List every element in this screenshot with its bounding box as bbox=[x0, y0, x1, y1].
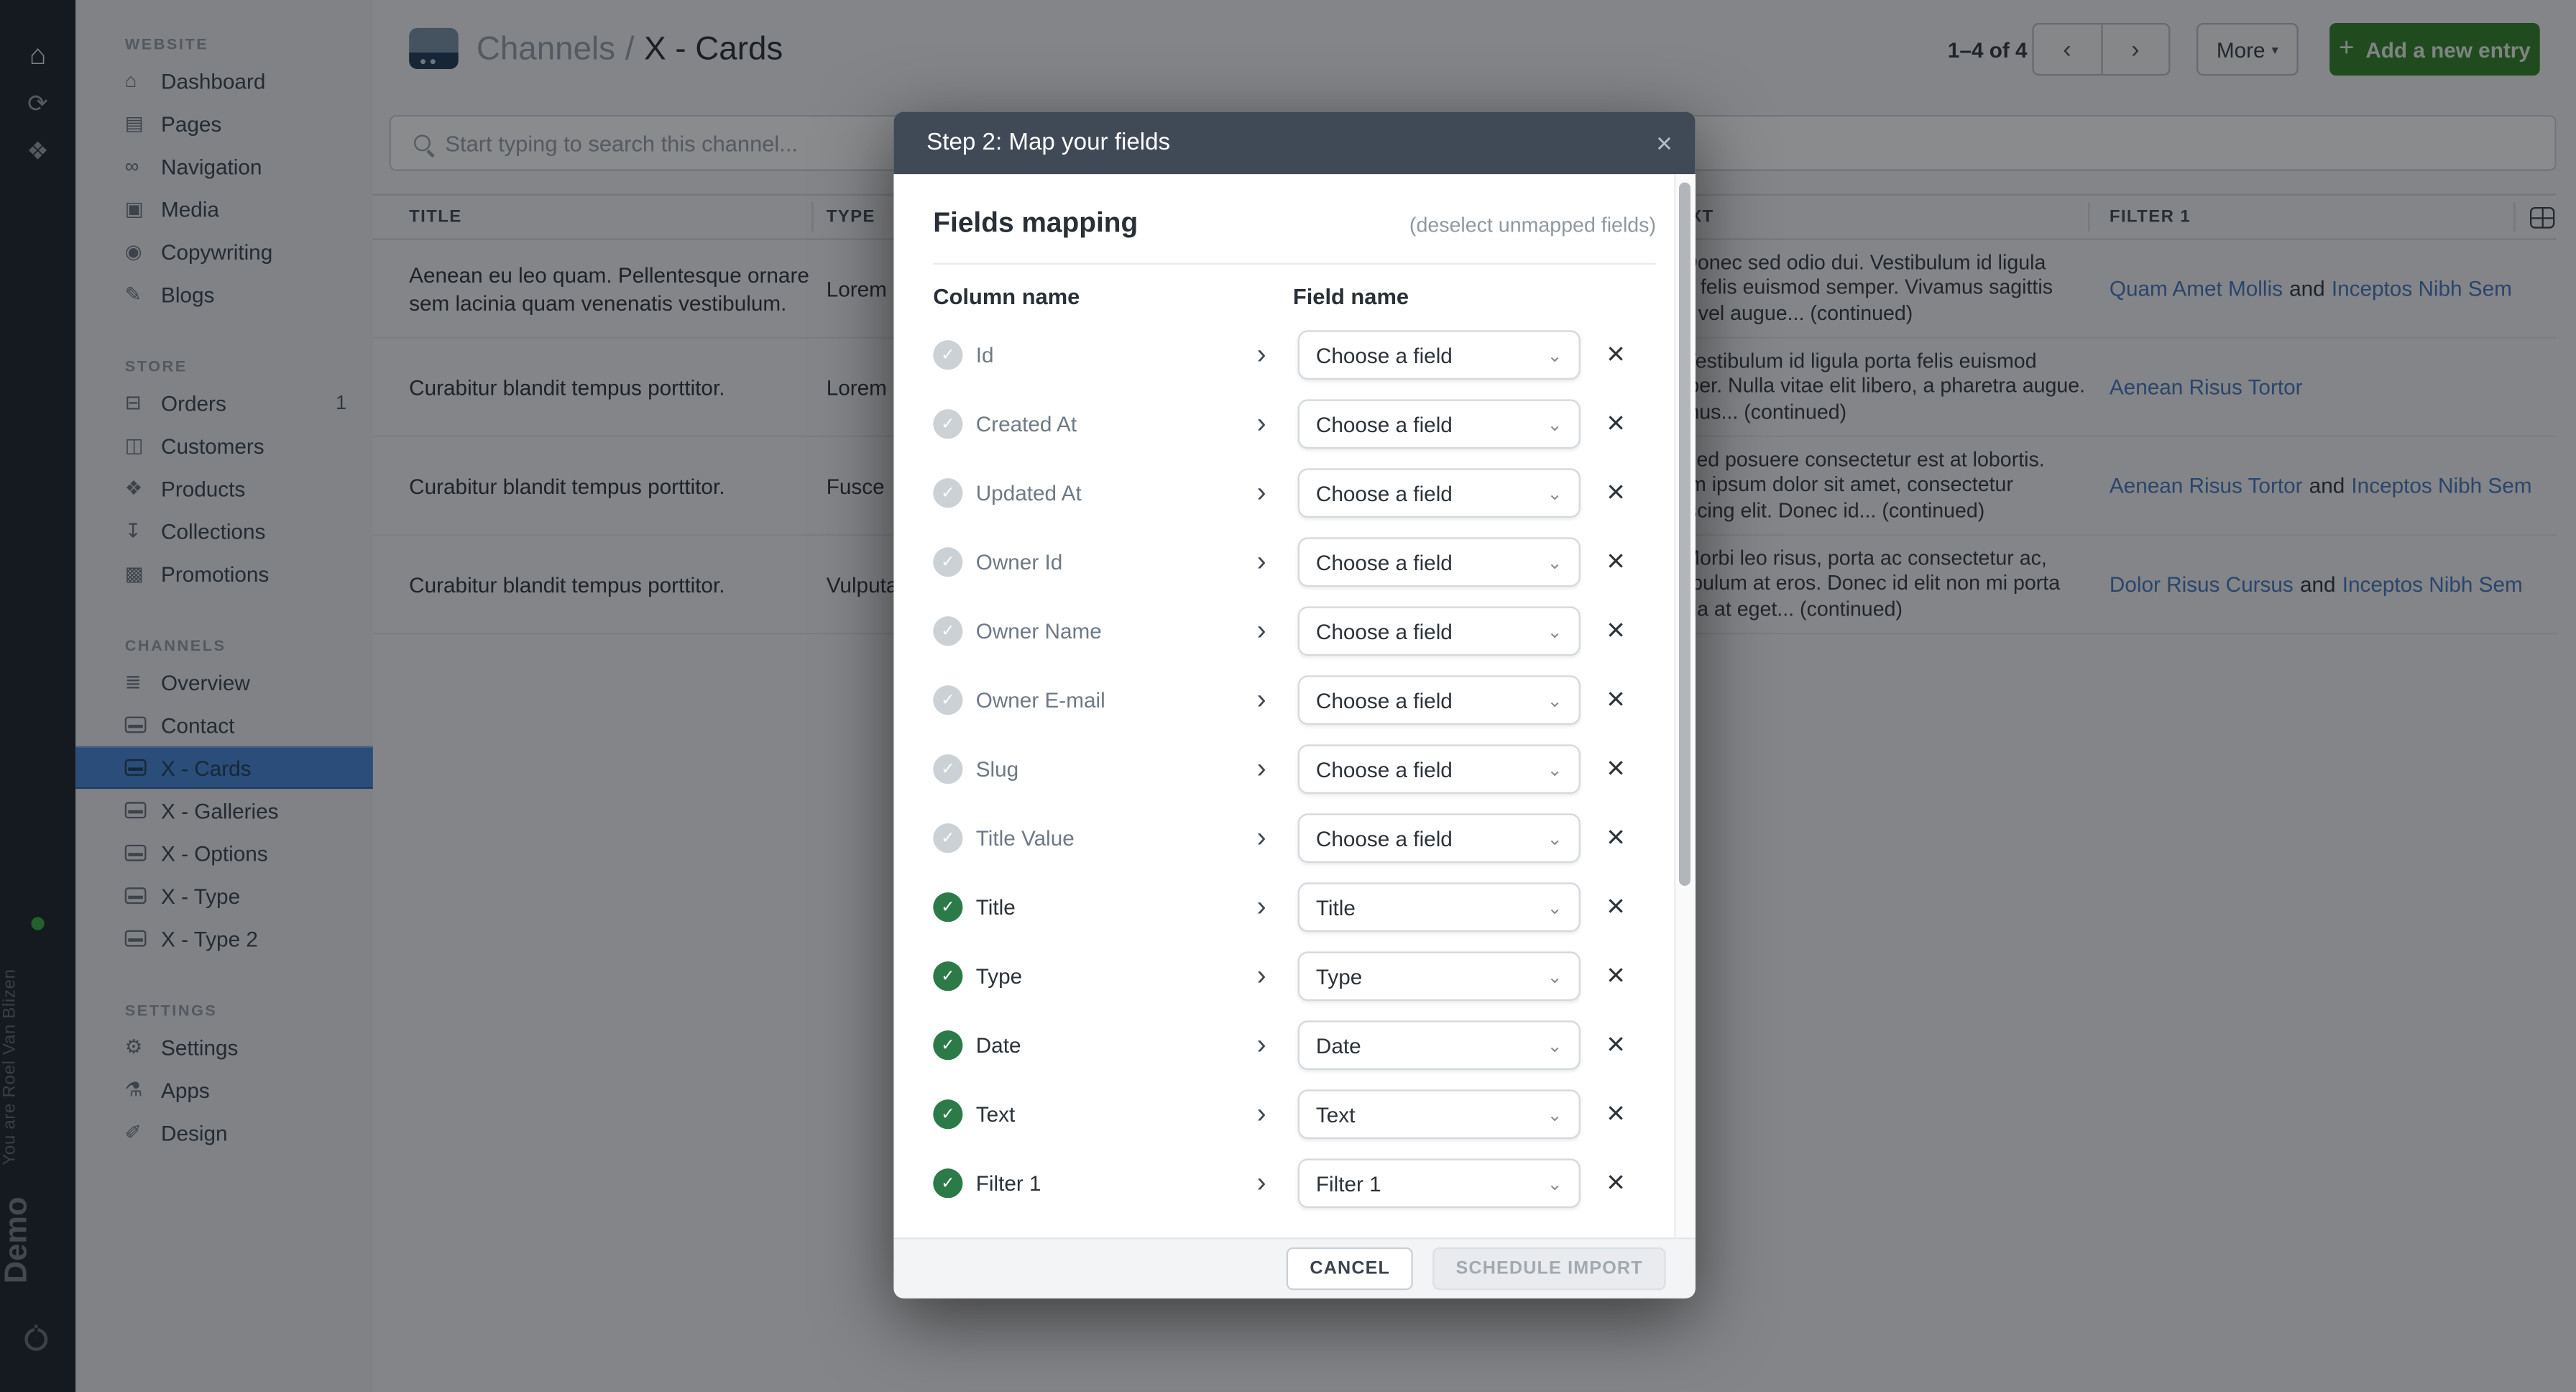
scrollbar-thumb[interactable] bbox=[1679, 183, 1690, 886]
remove-field-button[interactable]: × bbox=[1606, 892, 1624, 922]
remove-field-button[interactable]: × bbox=[1606, 1168, 1624, 1199]
mapping-row-text: ✓ Text › Text⌄ × bbox=[933, 1080, 1656, 1149]
mapping-row-created-at: ✓ Created At › Choose a field⌄ × bbox=[933, 390, 1656, 459]
chevron-down-icon: ⌄ bbox=[1547, 828, 1563, 849]
chevron-down-icon: ⌄ bbox=[1547, 759, 1563, 780]
check-icon[interactable]: ✓ bbox=[933, 478, 962, 508]
chevron-down-icon: ⌄ bbox=[1547, 966, 1563, 987]
modal-footer: CANCEL SCHEDULE IMPORT bbox=[893, 1237, 1695, 1299]
chevron-right-icon: › bbox=[1257, 339, 1266, 372]
remove-field-button[interactable]: × bbox=[1606, 408, 1624, 439]
app-window: ⌂ ⟳ ❖ You are Roel Van Blizen Demo WEBSI… bbox=[0, 0, 2576, 1392]
remove-field-button[interactable]: × bbox=[1606, 961, 1624, 992]
remove-field-button[interactable]: × bbox=[1606, 615, 1624, 646]
chevron-right-icon: › bbox=[1257, 546, 1266, 579]
chevron-right-icon: › bbox=[1257, 408, 1266, 441]
field-select[interactable]: Choose a field⌄ bbox=[1298, 399, 1581, 449]
field-name-header: Field name bbox=[1293, 284, 1409, 308]
chevron-down-icon: ⌄ bbox=[1547, 1104, 1563, 1125]
check-icon[interactable]: ✓ bbox=[933, 1099, 962, 1129]
field-select[interactable]: Title⌄ bbox=[1298, 882, 1581, 932]
modal-body: Fields mapping (deselect unmapped fields… bbox=[893, 174, 1695, 1237]
mapping-row-owner-name: ✓ Owner Name › Choose a field⌄ × bbox=[933, 597, 1656, 666]
remove-field-button[interactable]: × bbox=[1606, 823, 1624, 853]
check-icon[interactable]: ✓ bbox=[933, 892, 962, 922]
modal-title: Step 2: Map your fields bbox=[926, 130, 1656, 157]
chevron-down-icon: ⌄ bbox=[1547, 344, 1563, 366]
chevron-down-icon: ⌄ bbox=[1547, 897, 1563, 918]
cancel-button[interactable]: CANCEL bbox=[1287, 1247, 1413, 1290]
field-select[interactable]: Type⌄ bbox=[1298, 951, 1581, 1001]
chevron-down-icon: ⌄ bbox=[1547, 690, 1563, 711]
field-select[interactable]: Date⌄ bbox=[1298, 1020, 1581, 1070]
chevron-right-icon: › bbox=[1257, 960, 1266, 993]
check-icon[interactable]: ✓ bbox=[933, 685, 962, 715]
field-select[interactable]: Choose a field⌄ bbox=[1298, 675, 1581, 725]
remove-field-button[interactable]: × bbox=[1606, 754, 1624, 784]
chevron-down-icon: ⌄ bbox=[1547, 1173, 1563, 1194]
map-fields-modal: Step 2: Map your fields × Fields mapping… bbox=[893, 111, 1695, 1298]
mapping-row-owner-id: ✓ Owner Id › Choose a field⌄ × bbox=[933, 528, 1656, 597]
modal-scrollbar[interactable] bbox=[1674, 174, 1696, 1237]
field-select[interactable]: Choose a field⌄ bbox=[1298, 468, 1581, 518]
remove-field-button[interactable]: × bbox=[1606, 546, 1624, 577]
field-select[interactable]: Text⌄ bbox=[1298, 1089, 1581, 1139]
check-icon[interactable]: ✓ bbox=[933, 547, 962, 577]
check-icon[interactable]: ✓ bbox=[933, 1030, 962, 1060]
mapping-row-owner-email: ✓ Owner E-mail › Choose a field⌄ × bbox=[933, 666, 1656, 735]
check-icon[interactable]: ✓ bbox=[933, 961, 962, 991]
check-icon[interactable]: ✓ bbox=[933, 754, 962, 784]
chevron-right-icon: › bbox=[1257, 822, 1266, 855]
check-icon[interactable]: ✓ bbox=[933, 823, 962, 853]
field-select[interactable]: Choose a field⌄ bbox=[1298, 537, 1581, 587]
chevron-down-icon: ⌄ bbox=[1547, 551, 1563, 573]
chevron-right-icon: › bbox=[1257, 1167, 1266, 1200]
remove-field-button[interactable]: × bbox=[1606, 339, 1624, 370]
field-select[interactable]: Choose a field⌄ bbox=[1298, 330, 1581, 380]
check-icon[interactable]: ✓ bbox=[933, 616, 962, 646]
mapping-row-title: ✓ Title › Title⌄ × bbox=[933, 873, 1656, 942]
deselect-unmapped-link[interactable]: (deselect unmapped fields) bbox=[1409, 214, 1656, 237]
mapping-row-type: ✓ Type › Type⌄ × bbox=[933, 942, 1656, 1011]
chevron-down-icon: ⌄ bbox=[1547, 482, 1563, 504]
chevron-right-icon: › bbox=[1257, 891, 1266, 924]
field-select[interactable]: Choose a field⌄ bbox=[1298, 744, 1581, 794]
fields-mapping-title: Fields mapping bbox=[933, 207, 1409, 240]
schedule-import-button[interactable]: SCHEDULE IMPORT bbox=[1432, 1247, 1665, 1290]
close-icon[interactable]: × bbox=[1656, 129, 1673, 157]
chevron-right-icon: › bbox=[1257, 477, 1266, 510]
check-icon[interactable]: ✓ bbox=[933, 409, 962, 439]
column-name-header: Column name bbox=[933, 284, 1080, 308]
remove-field-button[interactable]: × bbox=[1606, 684, 1624, 715]
remove-field-button[interactable]: × bbox=[1606, 1099, 1624, 1130]
field-select[interactable]: Choose a field⌄ bbox=[1298, 813, 1581, 863]
mapping-row-id: ✓ Id › Choose a field⌄ × bbox=[933, 321, 1656, 390]
mapping-row-slug: ✓ Slug › Choose a field⌄ × bbox=[933, 735, 1656, 804]
check-icon[interactable]: ✓ bbox=[933, 340, 962, 370]
chevron-down-icon: ⌄ bbox=[1547, 413, 1563, 435]
chevron-right-icon: › bbox=[1257, 1029, 1266, 1062]
mapping-row-updated-at: ✓ Updated At › Choose a field⌄ × bbox=[933, 459, 1656, 528]
field-select[interactable]: Choose a field⌄ bbox=[1298, 606, 1581, 656]
chevron-right-icon: › bbox=[1257, 1098, 1266, 1131]
mapping-row-filter-1: ✓ Filter 1 › Filter 1⌄ × bbox=[933, 1149, 1656, 1218]
modal-header: Step 2: Map your fields × bbox=[893, 111, 1695, 174]
mapping-row-date: ✓ Date › Date⌄ × bbox=[933, 1011, 1656, 1080]
mapping-row-title-value: ✓ Title Value › Choose a field⌄ × bbox=[933, 804, 1656, 873]
remove-field-button[interactable]: × bbox=[1606, 1030, 1624, 1061]
check-icon[interactable]: ✓ bbox=[933, 1168, 962, 1198]
chevron-down-icon: ⌄ bbox=[1547, 1035, 1563, 1056]
remove-field-button[interactable]: × bbox=[1606, 477, 1624, 508]
chevron-right-icon: › bbox=[1257, 753, 1266, 786]
chevron-down-icon: ⌄ bbox=[1547, 621, 1563, 642]
field-select[interactable]: Filter 1⌄ bbox=[1298, 1158, 1581, 1208]
chevron-right-icon: › bbox=[1257, 615, 1266, 648]
chevron-right-icon: › bbox=[1257, 684, 1266, 717]
